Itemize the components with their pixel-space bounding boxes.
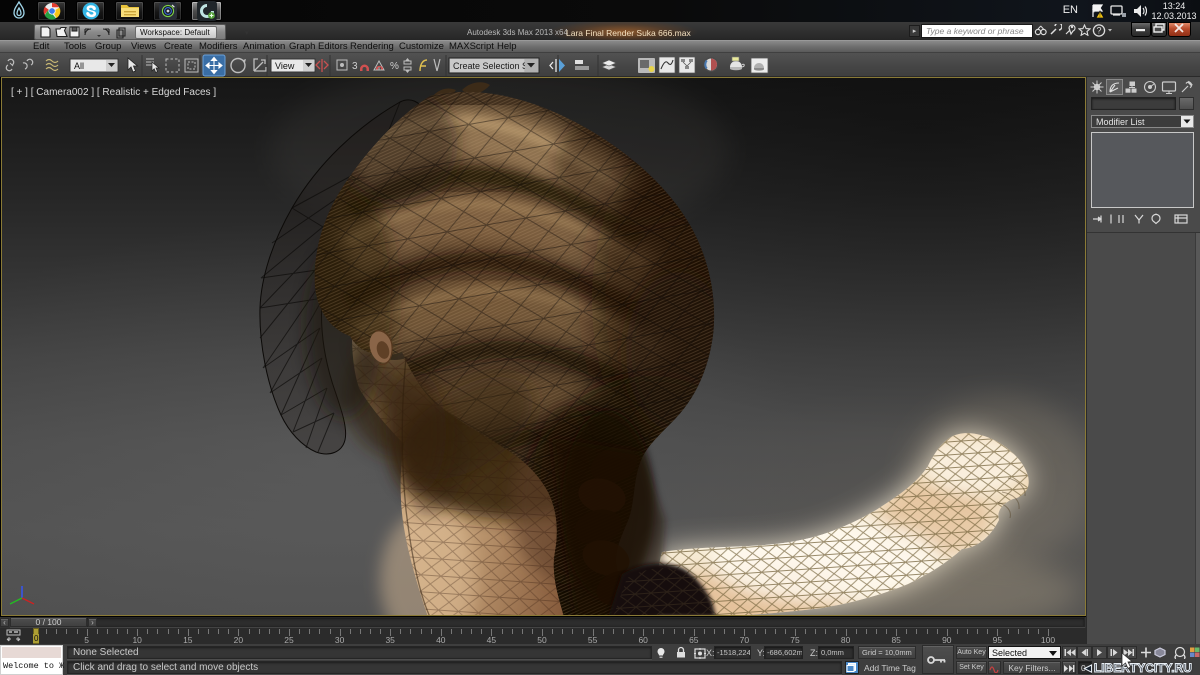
svg-text:Create Selection Se: Create Selection Se xyxy=(453,61,533,71)
svg-text:View: View xyxy=(275,61,295,71)
svg-text:?: ? xyxy=(1096,26,1101,36)
svg-text:%: % xyxy=(390,61,399,72)
svg-text:3: 3 xyxy=(352,61,358,72)
svg-text:All: All xyxy=(74,61,84,71)
